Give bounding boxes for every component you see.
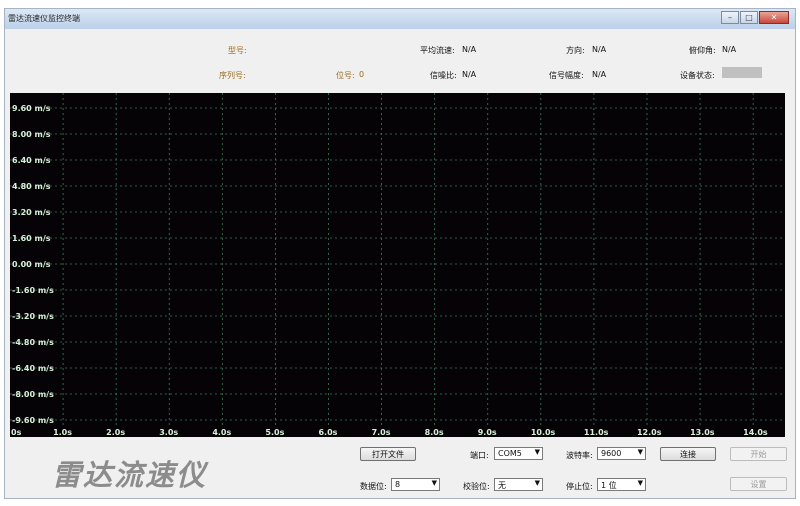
- baud-label: 波特率:: [566, 451, 593, 460]
- x-tick-label: 12.0s: [637, 428, 662, 437]
- chevron-down-icon: ▼: [637, 448, 643, 456]
- x-tick-label: 2.0s: [106, 428, 125, 437]
- position-value: 0: [359, 70, 365, 79]
- y-tick-label: -4.80 m/s: [12, 338, 54, 347]
- x-tick-label: 3.0s: [159, 428, 178, 437]
- amplitude-label: 信号幅度:: [549, 71, 584, 80]
- minimize-button[interactable]: –: [721, 11, 739, 24]
- baud-value: 9600: [601, 449, 622, 458]
- x-tick-label: 14.0s: [743, 428, 768, 437]
- velocity-chart-svg: 9.60 m/s 8.00 m/s 6.40 m/s 4.80 m/s 3.20 m/s…: [10, 93, 785, 437]
- databits-label: 数据位:: [360, 482, 387, 491]
- stopbits-label: 停止位:: [566, 482, 593, 491]
- maximize-icon: □: [745, 12, 753, 22]
- y-tick-label: 0.00 m/s: [12, 260, 51, 269]
- pitch-label: 俯仰角:: [689, 46, 716, 55]
- window-controls: – □ ✕: [720, 11, 789, 24]
- x-tick-label: 7.0s: [372, 428, 391, 437]
- databits-select[interactable]: 8 ▼: [391, 478, 440, 491]
- close-button[interactable]: ✕: [759, 11, 789, 24]
- port-label: 端口:: [470, 451, 489, 460]
- parity-value: 无: [498, 481, 506, 490]
- window-title: 雷达流速仪监控终端: [8, 14, 80, 23]
- port-value: COM5: [498, 449, 522, 458]
- chevron-down-icon: ▼: [637, 479, 643, 487]
- y-tick-label: -6.40 m/s: [12, 364, 54, 373]
- connect-button[interactable]: 连接: [660, 447, 716, 461]
- parity-label: 校验位:: [463, 482, 490, 491]
- snr-value: N/A: [462, 70, 477, 79]
- x-tick-label: 6.0s: [318, 428, 337, 437]
- y-tick-label: 8.00 m/s: [12, 130, 51, 139]
- port-select[interactable]: COM5 ▼: [494, 447, 543, 460]
- stopbits-value: 1 位: [601, 481, 617, 490]
- status-label: 设备状态:: [680, 71, 715, 80]
- direction-label: 方向:: [566, 46, 585, 55]
- model-label: 型号:: [228, 46, 247, 55]
- x-tick-label: 11.0s: [584, 428, 609, 437]
- stopbits-select[interactable]: 1 位 ▼: [597, 478, 646, 491]
- y-tick-label: 6.40 m/s: [12, 156, 51, 165]
- close-icon: ✕: [770, 12, 778, 22]
- brand-logo-text: 雷达流速仪: [52, 458, 208, 492]
- x-tick-label: 8.0s: [425, 428, 444, 437]
- x-tick-label: 5.0s: [265, 428, 284, 437]
- chevron-down-icon: ▼: [534, 479, 540, 487]
- x-tick-label: 1.0s: [53, 428, 72, 437]
- minimize-icon: –: [728, 12, 732, 22]
- x-tick-label: 10.0s: [531, 428, 556, 437]
- parity-select[interactable]: 无 ▼: [494, 478, 543, 491]
- y-tick-label: 9.60 m/s: [12, 104, 51, 113]
- chevron-down-icon: ▼: [431, 479, 437, 487]
- amplitude-value: N/A: [592, 70, 607, 79]
- x-tick-label: 13.0s: [690, 428, 715, 437]
- serial-label: 序列号:: [219, 71, 246, 80]
- x-tick-label: 0s: [11, 428, 22, 437]
- avg-speed-value: N/A: [462, 45, 477, 54]
- settings-button[interactable]: 设置: [730, 477, 787, 491]
- avg-speed-label: 平均流速:: [420, 46, 455, 55]
- direction-value: N/A: [592, 45, 607, 54]
- y-tick-label: -8.00 m/s: [12, 390, 54, 399]
- y-tick-label: 1.60 m/s: [12, 234, 51, 243]
- x-tick-label: 4.0s: [212, 428, 231, 437]
- snr-label: 信噪比:: [430, 71, 457, 80]
- baud-select[interactable]: 9600 ▼: [597, 447, 646, 460]
- open-file-button[interactable]: 打开文件: [360, 447, 416, 461]
- y-tick-label: -1.60 m/s: [12, 286, 54, 295]
- velocity-chart: 9.60 m/s 8.00 m/s 6.40 m/s 4.80 m/s 3.20 m/s…: [10, 93, 785, 437]
- maximize-button[interactable]: □: [740, 11, 758, 24]
- status-indicator: [722, 67, 762, 78]
- chevron-down-icon: ▼: [534, 448, 540, 456]
- y-tick-label: 4.80 m/s: [12, 182, 51, 191]
- pitch-value: N/A: [722, 45, 737, 54]
- databits-value: 8: [395, 480, 401, 489]
- y-tick-label: -9.60 m/s: [12, 416, 54, 425]
- start-button[interactable]: 开始: [730, 447, 787, 461]
- x-tick-label: 9.0s: [478, 428, 497, 437]
- position-label: 位号:: [336, 71, 355, 80]
- y-tick-label: -3.20 m/s: [12, 312, 54, 321]
- title-bar: 雷达流速仪监控终端 – □ ✕: [5, 9, 795, 29]
- y-tick-label: 3.20 m/s: [12, 208, 51, 217]
